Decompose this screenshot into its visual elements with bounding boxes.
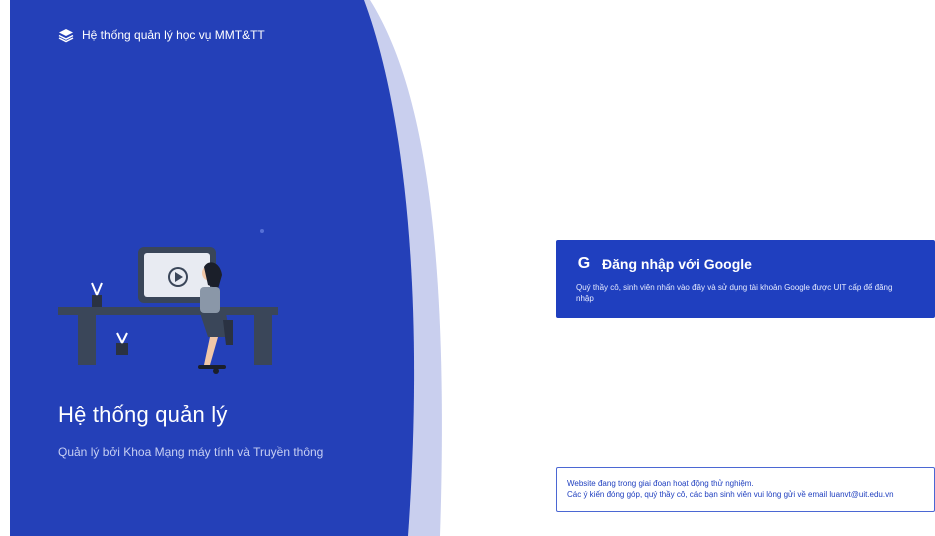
notice-line-2: Các ý kiến đóng góp, quý thầy cô, các bạ… xyxy=(567,490,894,499)
notice-line-1: Website đang trong giai đoạn hoạt động t… xyxy=(567,479,754,488)
google-icon: G xyxy=(577,255,591,272)
testing-notice: Website đang trong giai đoạn hoạt động t… xyxy=(556,467,935,512)
google-login-label: Đăng nhập với Google xyxy=(602,256,752,272)
hero-title: Hệ thống quản lý xyxy=(58,402,228,427)
google-login-description: Quý thầy cô, sinh viên nhấn vào đây và s… xyxy=(576,283,893,303)
google-login-button[interactable]: G Đăng nhập với Google Quý thầy cô, sinh… xyxy=(556,240,935,318)
hero-subtitle: Quản lý bởi Khoa Mạng máy tính và Truyền… xyxy=(58,445,324,459)
brand: Hệ thống quản lý học vụ MMT&TT xyxy=(58,27,265,43)
layers-icon xyxy=(58,29,74,43)
brand-text: Hệ thống quản lý học vụ MMT&TT xyxy=(82,28,265,42)
person-at-desk-illustration xyxy=(58,247,278,374)
